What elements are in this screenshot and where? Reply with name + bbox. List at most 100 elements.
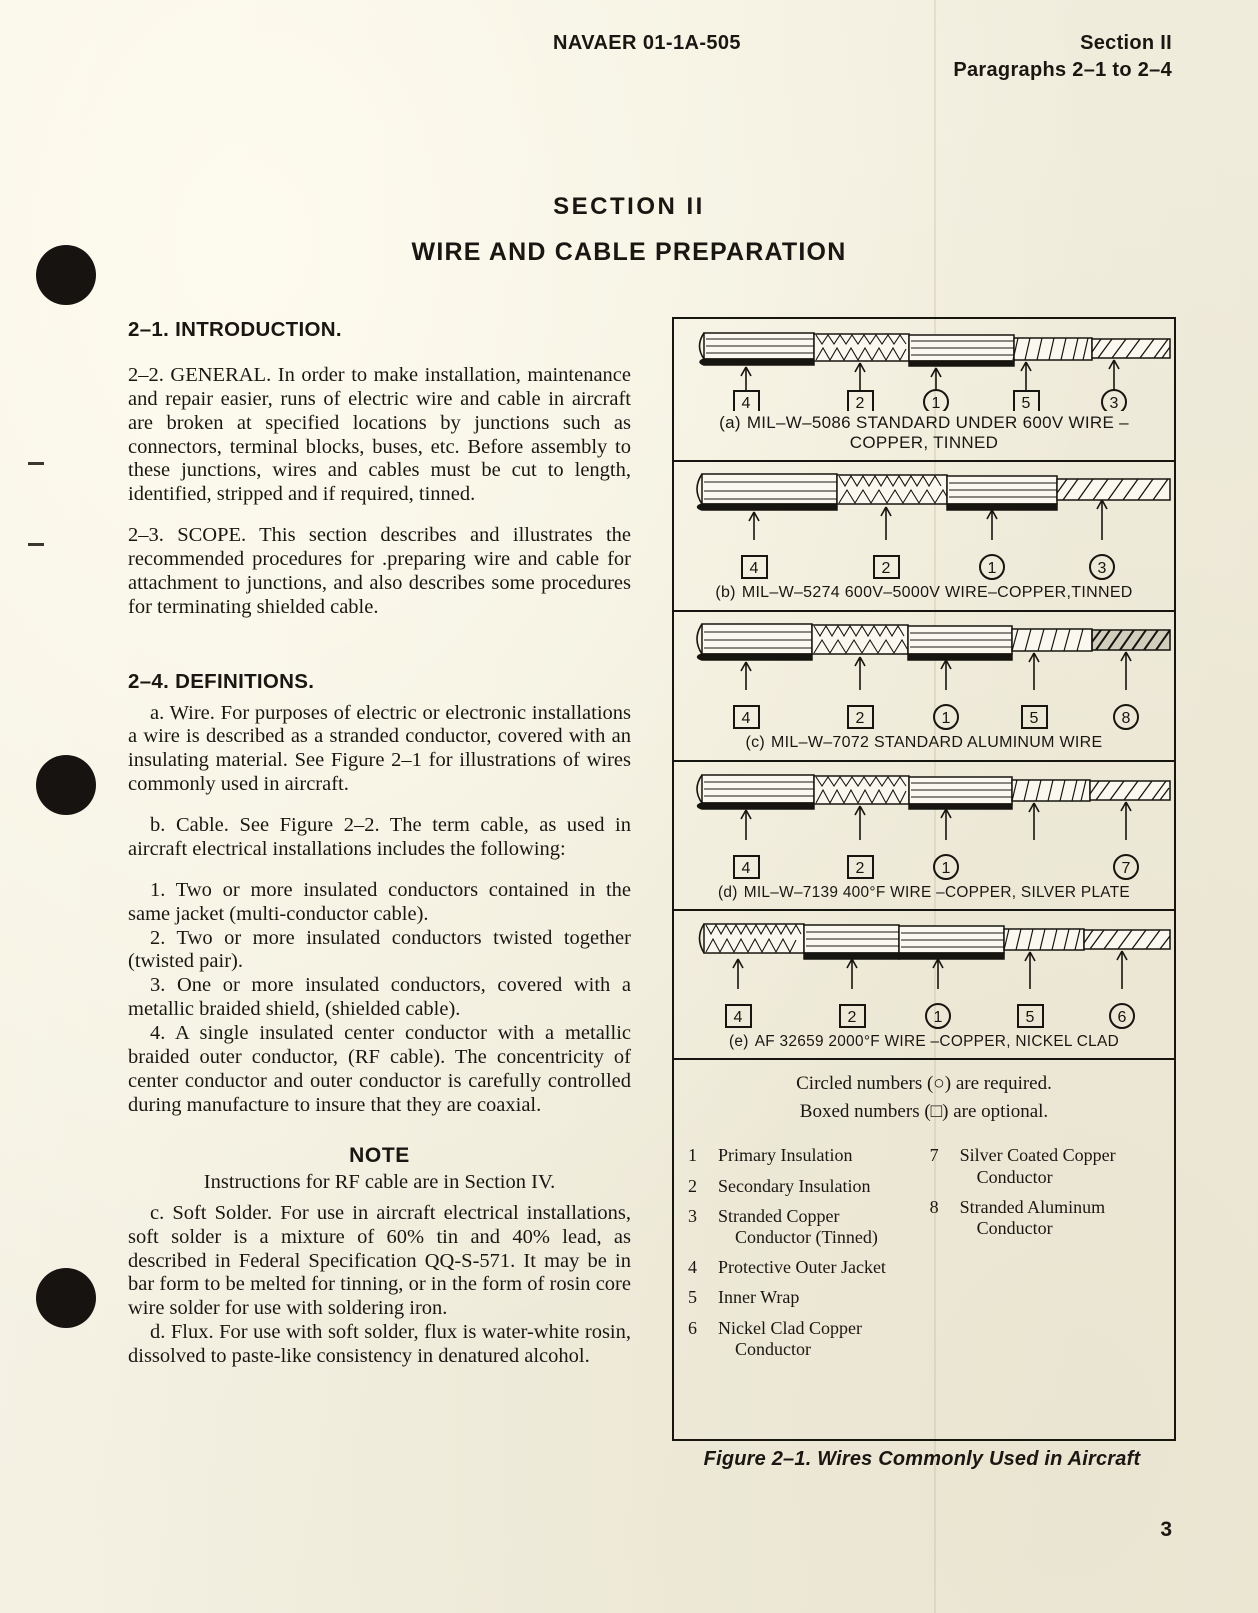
legend-item: 3 Stranded Copper Conductor (Tinned)	[688, 1206, 922, 1248]
legend-item: 4 Protective Outer Jacket	[688, 1257, 922, 1278]
panel-caption-a: (a) MIL–W–5086 STANDARD UNDER 600V WIRE –…	[674, 411, 1174, 460]
callout-label: 4	[742, 395, 751, 411]
callout-label: 3	[1098, 560, 1107, 577]
callout-label: 1	[942, 860, 951, 877]
legend-text: Primary Insulation	[718, 1145, 853, 1166]
heading-definitions: 2–4. DEFINITIONS.	[128, 669, 315, 693]
hole-punch-mark	[36, 1268, 96, 1328]
panel-caption-a-line2: COPPER, TINNED	[849, 433, 999, 453]
legend-note-boxed: Boxed numbers (□) are optional.	[799, 1100, 1049, 1122]
legend-number: 1	[688, 1145, 697, 1166]
legend-text-line2: Conductor	[976, 1217, 1053, 1238]
panel-caption-c-line1: MIL–W–7072 STANDARD ALUMINUM WIRE	[771, 733, 1103, 751]
page-header: NAVAER 01-1A-505 Section II Paragraphs 2…	[0, 30, 1258, 90]
callout-row-d: 4 2 1 7	[733, 853, 1139, 880]
panel-caption-e-line1: AF 32659 2000°F WIRE –COPPER, NICKEL CLA…	[754, 1033, 1120, 1051]
callout-label: 2	[882, 560, 891, 577]
margin-tick-mark	[28, 462, 44, 465]
legend-text-line1: Silver Coated Copper	[959, 1145, 1116, 1166]
wire-illustration-b	[696, 473, 1171, 541]
callout-label: 6	[1118, 1009, 1127, 1026]
legend-text: Nickel Clad Copper Conductor	[718, 1318, 922, 1360]
figure-2-1: 4 2 1 5 3 (a) MIL–W–5086 STANDARD UNDER 6…	[672, 317, 1176, 1441]
legend-text-line1: Nickel Clad Copper	[718, 1317, 862, 1338]
figure-caption: Figure 2–1. Wires Commonly Used in Aircr…	[703, 1448, 1141, 1470]
document-number: NAVAER 01-1A-505	[553, 32, 741, 54]
callout-label: 1	[932, 395, 941, 411]
panel-caption-b-line1: MIL–W–5274 600V–5000V WIRE–COPPER,TINNED	[741, 584, 1133, 602]
legend-columns: 1 Primary Insulation 2 Secondary Insulat…	[674, 1145, 1174, 1369]
legend-number: 6	[688, 1317, 697, 1338]
legend-text: Stranded Copper Conductor (Tinned)	[718, 1206, 922, 1248]
callout-label: 2	[856, 860, 865, 877]
legend-number: 3	[688, 1205, 697, 1226]
figure-panel-b: 4 2 1 3 (b) MIL–W–5274 600V–5000V WIRE–CO…	[674, 462, 1174, 612]
heading-introduction: 2–1. INTRODUCTION.	[128, 318, 342, 341]
callout-label: 2	[856, 395, 865, 411]
panel-caption-d: (d) MIL–W–7139 400°F WIRE –COPPER, SILVER…	[674, 882, 1174, 909]
paragraph-scope: 2–3. SCOPE. This section describes and i…	[128, 524, 631, 618]
list-item: 4. A single insulated center conductor w…	[128, 1022, 631, 1116]
margin-tick-mark	[28, 543, 44, 546]
legend-text: Stranded Aluminum Conductor	[960, 1197, 1168, 1239]
wire-diagram-c	[674, 612, 1174, 704]
figure-panel-e: 4 2 1 5 6 (e) AF 32659 2000°F WIRE –COPPE…	[674, 911, 1174, 1061]
legend-number: 2	[688, 1175, 697, 1196]
figure-panel-c: 4 2 1 5 8 (c) MIL–W–7072 STANDARD ALUMINU…	[674, 612, 1174, 762]
callout-label: 7	[1122, 860, 1131, 877]
list-item: 1. Two or more insulated conductors cont…	[128, 878, 631, 925]
note-heading: NOTE	[349, 1143, 410, 1167]
paragraph-general: 2–2. GENERAL. In order to make installat…	[128, 363, 631, 506]
callout-label: 5	[1026, 1009, 1035, 1026]
callout-row-b: 4 2 1 3	[741, 554, 1115, 581]
wire-diagram-b	[674, 462, 1174, 554]
legend-item: 5 Inner Wrap	[688, 1287, 922, 1308]
panel-caption-c: (c) MIL–W–7072 STANDARD ALUMINUM WIRE	[674, 732, 1174, 760]
callout-label: 1	[934, 1009, 943, 1026]
legend-number: 8	[929, 1196, 939, 1217]
callout-label: 1	[988, 560, 997, 577]
left-text-column: 2–1. INTRODUCTION. 2–2. GENERAL. In orde…	[128, 318, 631, 1369]
callout-label: 4	[750, 560, 759, 577]
legend-item: 6 Nickel Clad Copper Conductor	[688, 1318, 922, 1360]
callout-label: 4	[742, 710, 751, 727]
panel-label-d: (d)	[717, 883, 738, 901]
wire-illustration-c	[696, 623, 1171, 690]
legend-text-line1: Stranded Aluminum	[959, 1196, 1106, 1217]
list-item: 3. One or more insulated conductors, cov…	[128, 974, 631, 1021]
legend-notes: Circled numbers (○) are required. Boxed …	[674, 1070, 1174, 1125]
callout-label: 1	[942, 710, 951, 727]
paragraph-cable-definition: b. Cable. See Figure 2–2. The term cable…	[128, 814, 631, 860]
header-section-block: Section II Paragraphs 2–1 to 2–4	[953, 30, 1172, 84]
panel-label-a: (a)	[719, 413, 741, 432]
panel-caption-d-line1: MIL–W–7139 400°F WIRE –COPPER, SILVER PL…	[743, 883, 1130, 901]
callout-label: 4	[742, 860, 751, 877]
legend-note-circled: Circled numbers (○) are required.	[796, 1073, 1052, 1095]
legend-text: Secondary Insulation	[718, 1175, 871, 1196]
paragraph-soft-solder: c. Soft Solder. For use in aircraft elec…	[128, 1201, 631, 1320]
legend-number: 4	[688, 1257, 697, 1278]
list-item: 2. Two or more insulated conductors twis…	[128, 926, 631, 973]
header-paragraphs: Paragraphs 2–1 to 2–4	[953, 59, 1172, 81]
header-section: Section II	[1080, 32, 1172, 54]
wire-illustration-a: 4 2 1 5 3	[698, 332, 1171, 411]
legend-column-right: 7 Silver Coated Copper Conductor 8 Strand…	[930, 1145, 1168, 1369]
note-body: Instructions for RF cable are in Section…	[203, 1170, 556, 1193]
panel-caption-b: (b) MIL–W–5274 600V–5000V WIRE–COPPER,TIN…	[674, 582, 1174, 610]
legend-item: 8 Stranded Aluminum Conductor	[930, 1197, 1168, 1239]
figure-panel-a: 4 2 1 5 3 (a) MIL–W–5086 STANDARD UNDER 6…	[674, 319, 1174, 463]
legend-text-line2: Conductor	[735, 1338, 811, 1359]
section-subject-title: WIRE AND CABLE PREPARATION	[411, 238, 847, 266]
callout-row-e: 4 2 1 5 6	[725, 1003, 1135, 1030]
callout-label: 2	[848, 1009, 857, 1026]
legend-text: Protective Outer Jacket	[718, 1257, 886, 1278]
wire-diagram-d	[674, 762, 1174, 854]
panel-label-e: (e)	[728, 1033, 749, 1051]
callout-label: 8	[1122, 710, 1131, 727]
legend-text: Inner Wrap	[718, 1287, 800, 1308]
wire-illustration-e	[698, 923, 1171, 990]
figure-panel-d: 4 2 1 7 (d) MIL–W–7139 400°F WIRE –COPPER…	[674, 762, 1174, 912]
callout-label: 5	[1022, 395, 1031, 411]
legend-number: 5	[688, 1287, 697, 1308]
callout-label: 4	[734, 1009, 743, 1026]
